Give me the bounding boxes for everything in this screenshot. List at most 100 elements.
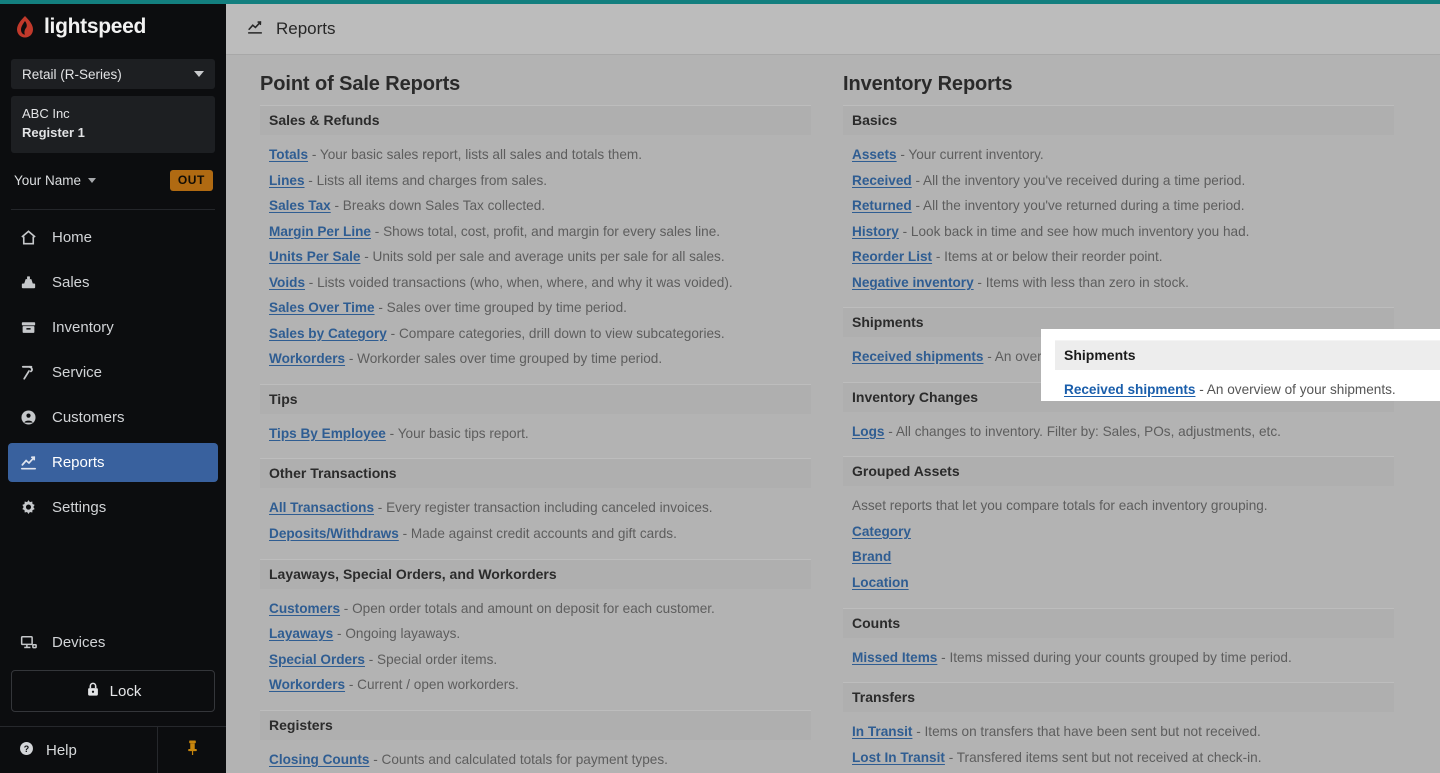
report-desc: - Lists all items and charges from sales… (308, 173, 547, 188)
report-desc: - Compare categories, drill down to view… (391, 326, 725, 341)
report-section: Registers Closing Counts - Counts and ca… (260, 710, 811, 772)
report-link[interactable]: Missed Items (852, 650, 937, 665)
report-link[interactable]: Voids (269, 275, 305, 290)
primary-nav: Home Sales (0, 218, 226, 533)
sidebar-item-home[interactable]: Home (8, 218, 218, 257)
user-name[interactable]: Your Name (14, 173, 81, 188)
sidebar: lightspeed Retail (R-Series) ABC Inc Reg… (0, 0, 226, 773)
brand-logo[interactable]: lightspeed (0, 0, 226, 54)
report-link[interactable]: Layaways (269, 626, 333, 641)
reports-content: Point of Sale Reports Sales & Refunds To… (226, 55, 1440, 772)
report-row: Negative inventory - Items with less tha… (852, 270, 1385, 296)
section-body: In Transit - Items on transfers that hav… (843, 714, 1394, 772)
pushpin-icon (185, 738, 200, 762)
help-label: Help (46, 742, 77, 759)
report-desc: - Breaks down Sales Tax collected. (335, 198, 546, 213)
report-desc: - Lists voided transactions (who, when, … (309, 275, 733, 290)
register-name: Register 1 (22, 124, 204, 143)
report-link[interactable]: Sales Tax (269, 198, 331, 213)
report-section: Counts Missed Items - Items missed durin… (843, 608, 1394, 683)
section-body: Closing Counts - Counts and calculated t… (260, 742, 811, 772)
help-button[interactable]: ? Help (0, 727, 158, 773)
report-row: Lines - Lists all items and charges from… (269, 168, 802, 194)
sidebar-item-customers[interactable]: Customers (8, 398, 218, 437)
chart-line-icon (246, 18, 264, 41)
question-mark-icon: ? (18, 740, 35, 761)
report-desc: - Every register transaction including c… (378, 500, 713, 515)
section-body: Customers - Open order totals and amount… (260, 591, 811, 710)
main-area: Reports Point of Sale Reports Sales & Re… (226, 4, 1440, 773)
report-link[interactable]: All Transactions (269, 500, 374, 515)
user-row: Your Name OUT (11, 164, 215, 198)
sidebar-item-sales[interactable]: Sales (8, 263, 218, 302)
report-link[interactable]: Customers (269, 601, 340, 616)
report-link[interactable]: Workorders (269, 351, 345, 366)
clock-status-badge[interactable]: OUT (170, 170, 213, 191)
report-link[interactable]: Closing Counts (269, 752, 369, 767)
report-row: Location (852, 570, 1385, 596)
report-link[interactable]: Sales by Category (269, 326, 387, 341)
report-link[interactable]: Workorders (269, 677, 345, 692)
report-row: Tips By Employee - Your basic tips repor… (269, 421, 802, 447)
pin-sidebar-button[interactable] (158, 727, 226, 773)
report-link[interactable]: Tips By Employee (269, 426, 386, 441)
column-title: Point of Sale Reports (260, 73, 811, 96)
report-section: Tips Tips By Employee - Your basic tips … (260, 384, 811, 459)
sidebar-item-service[interactable]: Service (8, 353, 218, 392)
report-link[interactable]: Sales Over Time (269, 300, 375, 315)
report-row: Lost In Transit - Transfered items sent … (852, 745, 1385, 771)
chevron-down-icon (194, 71, 204, 77)
store-info-card[interactable]: ABC Inc Register 1 (11, 96, 215, 153)
report-link[interactable]: Special Orders (269, 652, 365, 667)
report-desc: - Look back in time and see how much inv… (903, 224, 1250, 239)
lock-icon (85, 681, 101, 702)
report-link[interactable]: In Transit (852, 724, 912, 739)
report-link[interactable]: Logs (852, 424, 884, 439)
report-link[interactable]: Assets (852, 147, 897, 162)
page-header: Reports (226, 4, 1440, 55)
sidebar-item-label: Home (52, 229, 92, 246)
report-row: Reorder List - Items at or below their r… (852, 244, 1385, 270)
sidebar-item-inventory[interactable]: Inventory (8, 308, 218, 347)
section-note: Asset reports that let you compare total… (852, 493, 1385, 519)
received-shipments-link[interactable]: Received shipments (1064, 382, 1195, 397)
report-link[interactable]: Lost In Transit (852, 750, 945, 765)
report-row: Received - All the inventory you've rece… (852, 168, 1385, 194)
report-link[interactable]: Brand (852, 549, 891, 564)
sidebar-item-label: Service (52, 364, 102, 381)
report-link[interactable]: Negative inventory (852, 275, 974, 290)
sidebar-spacer (0, 533, 226, 623)
sidebar-item-devices[interactable]: Devices (0, 623, 226, 661)
sidebar-item-reports[interactable]: Reports (8, 443, 218, 482)
report-link[interactable]: Margin Per Line (269, 224, 371, 239)
report-link[interactable]: Received shipments (852, 349, 983, 364)
report-link[interactable]: History (852, 224, 899, 239)
report-desc: - Items missed during your counts groupe… (941, 650, 1292, 665)
report-link[interactable]: Returned (852, 198, 912, 213)
report-link[interactable]: Totals (269, 147, 308, 162)
report-link[interactable]: Deposits/Withdraws (269, 526, 399, 541)
report-row: In Transit - Items on transfers that hav… (852, 719, 1385, 745)
report-link[interactable]: Units Per Sale (269, 249, 360, 264)
cash-drawer-icon (18, 272, 38, 292)
section-heading: Shipments (1055, 340, 1440, 370)
section-body: Assets - Your current inventory. Receive… (843, 137, 1394, 307)
lock-button[interactable]: Lock (11, 670, 215, 712)
report-link[interactable]: Location (852, 575, 909, 590)
sidebar-item-settings[interactable]: Settings (8, 488, 218, 527)
section-heading: Tips (260, 384, 811, 414)
report-desc: - Your current inventory. (900, 147, 1043, 162)
report-desc: - Shows total, cost, profit, and margin … (375, 224, 720, 239)
report-link[interactable]: Reorder List (852, 249, 932, 264)
report-row: Sales by Category - Compare categories, … (269, 321, 802, 347)
chevron-down-icon[interactable] (88, 178, 96, 183)
report-link[interactable]: Lines (269, 173, 305, 188)
report-link[interactable]: Received (852, 173, 912, 188)
section-heading: Sales & Refunds (260, 105, 811, 135)
sidebar-item-label: Devices (52, 634, 105, 651)
account-type-select[interactable]: Retail (R-Series) (11, 59, 215, 89)
report-link[interactable]: Category (852, 524, 911, 539)
svg-text:?: ? (24, 744, 29, 754)
monitor-icon (18, 632, 38, 652)
section-heading: Other Transactions (260, 458, 811, 488)
